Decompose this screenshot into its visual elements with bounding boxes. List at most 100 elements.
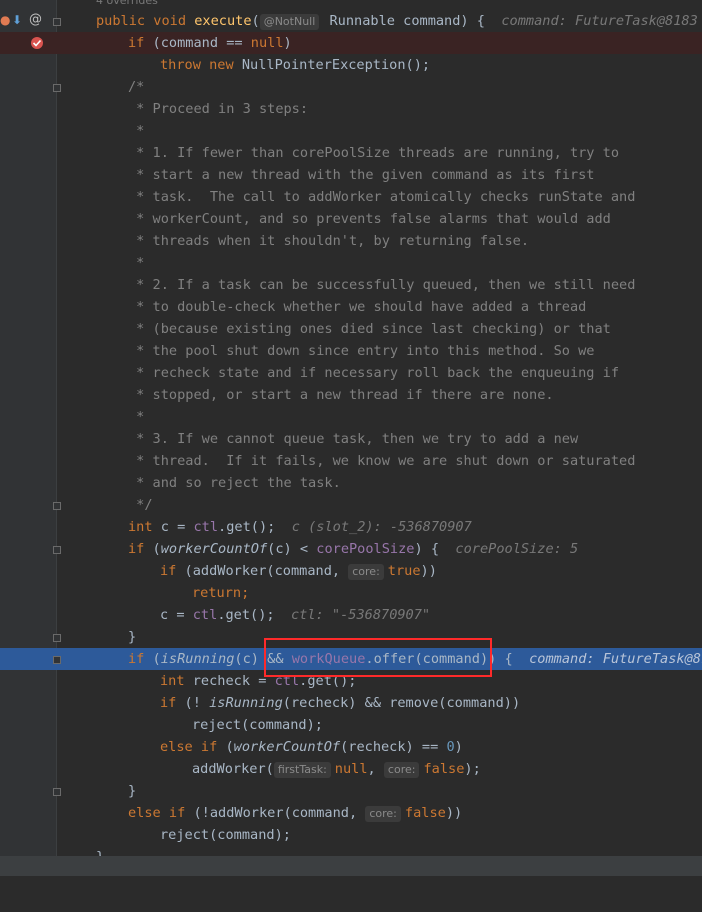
code-line[interactable]: addWorker(firstTask: null, core: false);	[0, 758, 702, 780]
comment-line[interactable]: * threads when it shouldn't, by returnin…	[0, 230, 702, 252]
code-text: )	[454, 739, 463, 755]
comment-line[interactable]: * 3. If we cannot queue task, then we tr…	[0, 428, 702, 450]
comment-text: * (because existing ones died since last…	[128, 321, 611, 337]
code-text: (command ==	[144, 35, 251, 51]
code-line[interactable]: reject(command);	[0, 714, 702, 736]
static-method: workerCountOf	[160, 541, 268, 557]
comment-text: * thread. If it fails, we know we are sh…	[128, 453, 636, 469]
fold-marker[interactable]	[53, 634, 61, 642]
number-literal: 0	[446, 739, 455, 755]
comment-line[interactable]: *	[0, 252, 702, 274]
debug-inline-value: command: FutureTask@8183	[501, 13, 698, 29]
keyword: return;	[192, 585, 250, 601]
debug-inline-value: command: FutureTask@8183	[529, 651, 702, 667]
code-line[interactable]: else if (workerCountOf(recheck) == 0)	[0, 736, 702, 758]
field-ref: ctl	[193, 519, 219, 535]
comment-text: * Proceed in 3 steps:	[128, 101, 309, 117]
comment-line[interactable]: * stopped, or start a new thread if ther…	[0, 384, 702, 406]
comment-line[interactable]: * 2. If a task can be successfully queue…	[0, 274, 702, 296]
comment-line[interactable]: * the pool shut down since entry into th…	[0, 340, 702, 362]
editor-bottom-bar	[0, 856, 702, 876]
fold-marker[interactable]	[53, 18, 61, 26]
code-text: c =	[160, 607, 193, 623]
code-text: (	[217, 739, 234, 755]
code-line-breakpoint[interactable]: if (command == null)	[0, 32, 702, 54]
code-text: (recheck) && remove(command))	[282, 695, 521, 711]
implementation-icon[interactable]: ⬇	[12, 13, 22, 27]
code-line[interactable]: c = ctl.get(); ctl: "-536870907"	[0, 604, 702, 626]
code-text: reject(command);	[160, 827, 291, 843]
comment-text: * and so reject the task.	[128, 475, 341, 491]
code-line[interactable]: throw new NullPointerException();	[0, 54, 702, 76]
keyword: if	[128, 541, 145, 557]
comment-line[interactable]: */	[0, 494, 702, 516]
comment-text: /*	[128, 79, 145, 95]
comment-line[interactable]: * and so reject the task.	[0, 472, 702, 494]
fold-marker[interactable]	[53, 656, 61, 664]
code-text: (	[144, 541, 161, 557]
code-text: ) {	[414, 541, 440, 557]
keyword: else if	[128, 805, 186, 821]
keyword: if	[160, 695, 177, 711]
fold-marker[interactable]	[53, 84, 61, 92]
code-editor[interactable]: 4 overrides public void execute(@NotNull…	[0, 0, 702, 876]
fold-marker[interactable]	[53, 546, 61, 554]
highlight-box	[264, 638, 492, 677]
code-text: (c) <	[267, 541, 317, 557]
comment-line[interactable]: * recheck state and if necessary roll ba…	[0, 362, 702, 384]
code-line[interactable]: if (addWorker(command, core: true))	[0, 560, 702, 582]
code-line[interactable]: reject(command);	[0, 824, 702, 846]
comment-line[interactable]: /*	[0, 76, 702, 98]
override-icon[interactable]: ●	[0, 13, 10, 27]
paren: (	[251, 13, 260, 29]
comment-line[interactable]: * to double-check whether we should have…	[0, 296, 702, 318]
comment-line[interactable]: * Proceed in 3 steps:	[0, 98, 702, 120]
comment-text: * the pool shut down since entry into th…	[128, 343, 595, 359]
comment-line[interactable]: *	[0, 120, 702, 142]
code-line[interactable]: int c = ctl.get(); c (slot_2): -53687090…	[0, 516, 702, 538]
fold-marker[interactable]	[53, 788, 61, 796]
code-line[interactable]: if (workerCountOf(c) < corePoolSize) { c…	[0, 538, 702, 560]
field-ref: corePoolSize	[316, 541, 415, 557]
comment-text: *	[128, 409, 145, 425]
code-text: (!	[176, 695, 210, 711]
code-line-method-signature[interactable]: public void execute(@NotNull Runnable co…	[0, 10, 702, 32]
comment-line[interactable]: * task. The call to addWorker atomically…	[0, 186, 702, 208]
keyword-false: false	[404, 805, 446, 821]
breakpoint-icon[interactable]	[30, 36, 44, 53]
parameter-hint: core:	[383, 762, 420, 778]
comment-text: * start a new thread with the given comm…	[128, 167, 595, 183]
comment-line[interactable]: * 1. If fewer than corePoolSize threads …	[0, 142, 702, 164]
keyword-null: null	[250, 35, 284, 51]
code-line[interactable]: if (! isRunning(recheck) && remove(comma…	[0, 692, 702, 714]
code-line[interactable]: return;	[0, 582, 702, 604]
code-text: ))	[445, 805, 463, 821]
comment-text: * 2. If a task can be successfully queue…	[128, 277, 636, 293]
fold-marker[interactable]	[53, 502, 61, 510]
comment-line[interactable]: * (because existing ones died since last…	[0, 318, 702, 340]
debug-inline-value: corePoolSize: 5	[455, 541, 579, 557]
code-text: (!addWorker(command,	[185, 805, 366, 821]
code-line[interactable]: else if (!addWorker(command, core: false)…	[0, 802, 702, 824]
code-text: recheck =	[184, 673, 275, 689]
parameter-hint: core:	[365, 806, 401, 822]
code-text: c =	[152, 519, 194, 535]
keyword: public void	[96, 13, 195, 29]
code-text: );	[464, 761, 481, 777]
debug-inline-value: ctl: "-536870907"	[290, 607, 431, 623]
comment-text: * 1. If fewer than corePoolSize threads …	[128, 145, 620, 161]
comment-line[interactable]: * thread. If it fails, we know we are sh…	[0, 450, 702, 472]
keyword-true: true	[387, 563, 421, 579]
static-method: isRunning	[209, 695, 283, 711]
comment-line[interactable]: * start a new thread with the given comm…	[0, 164, 702, 186]
annotation-icon[interactable]: @	[29, 12, 42, 27]
comment-line[interactable]: *	[0, 406, 702, 428]
keyword: throw new	[160, 57, 234, 73]
keyword: else if	[160, 739, 218, 755]
code-line[interactable]: }	[0, 780, 702, 802]
comment-line[interactable]: * workerCount, and so prevents false ala…	[0, 208, 702, 230]
keyword-null: null	[334, 761, 368, 777]
keyword: if	[128, 35, 145, 51]
keyword: if	[128, 651, 145, 667]
code-text: }	[128, 783, 137, 799]
